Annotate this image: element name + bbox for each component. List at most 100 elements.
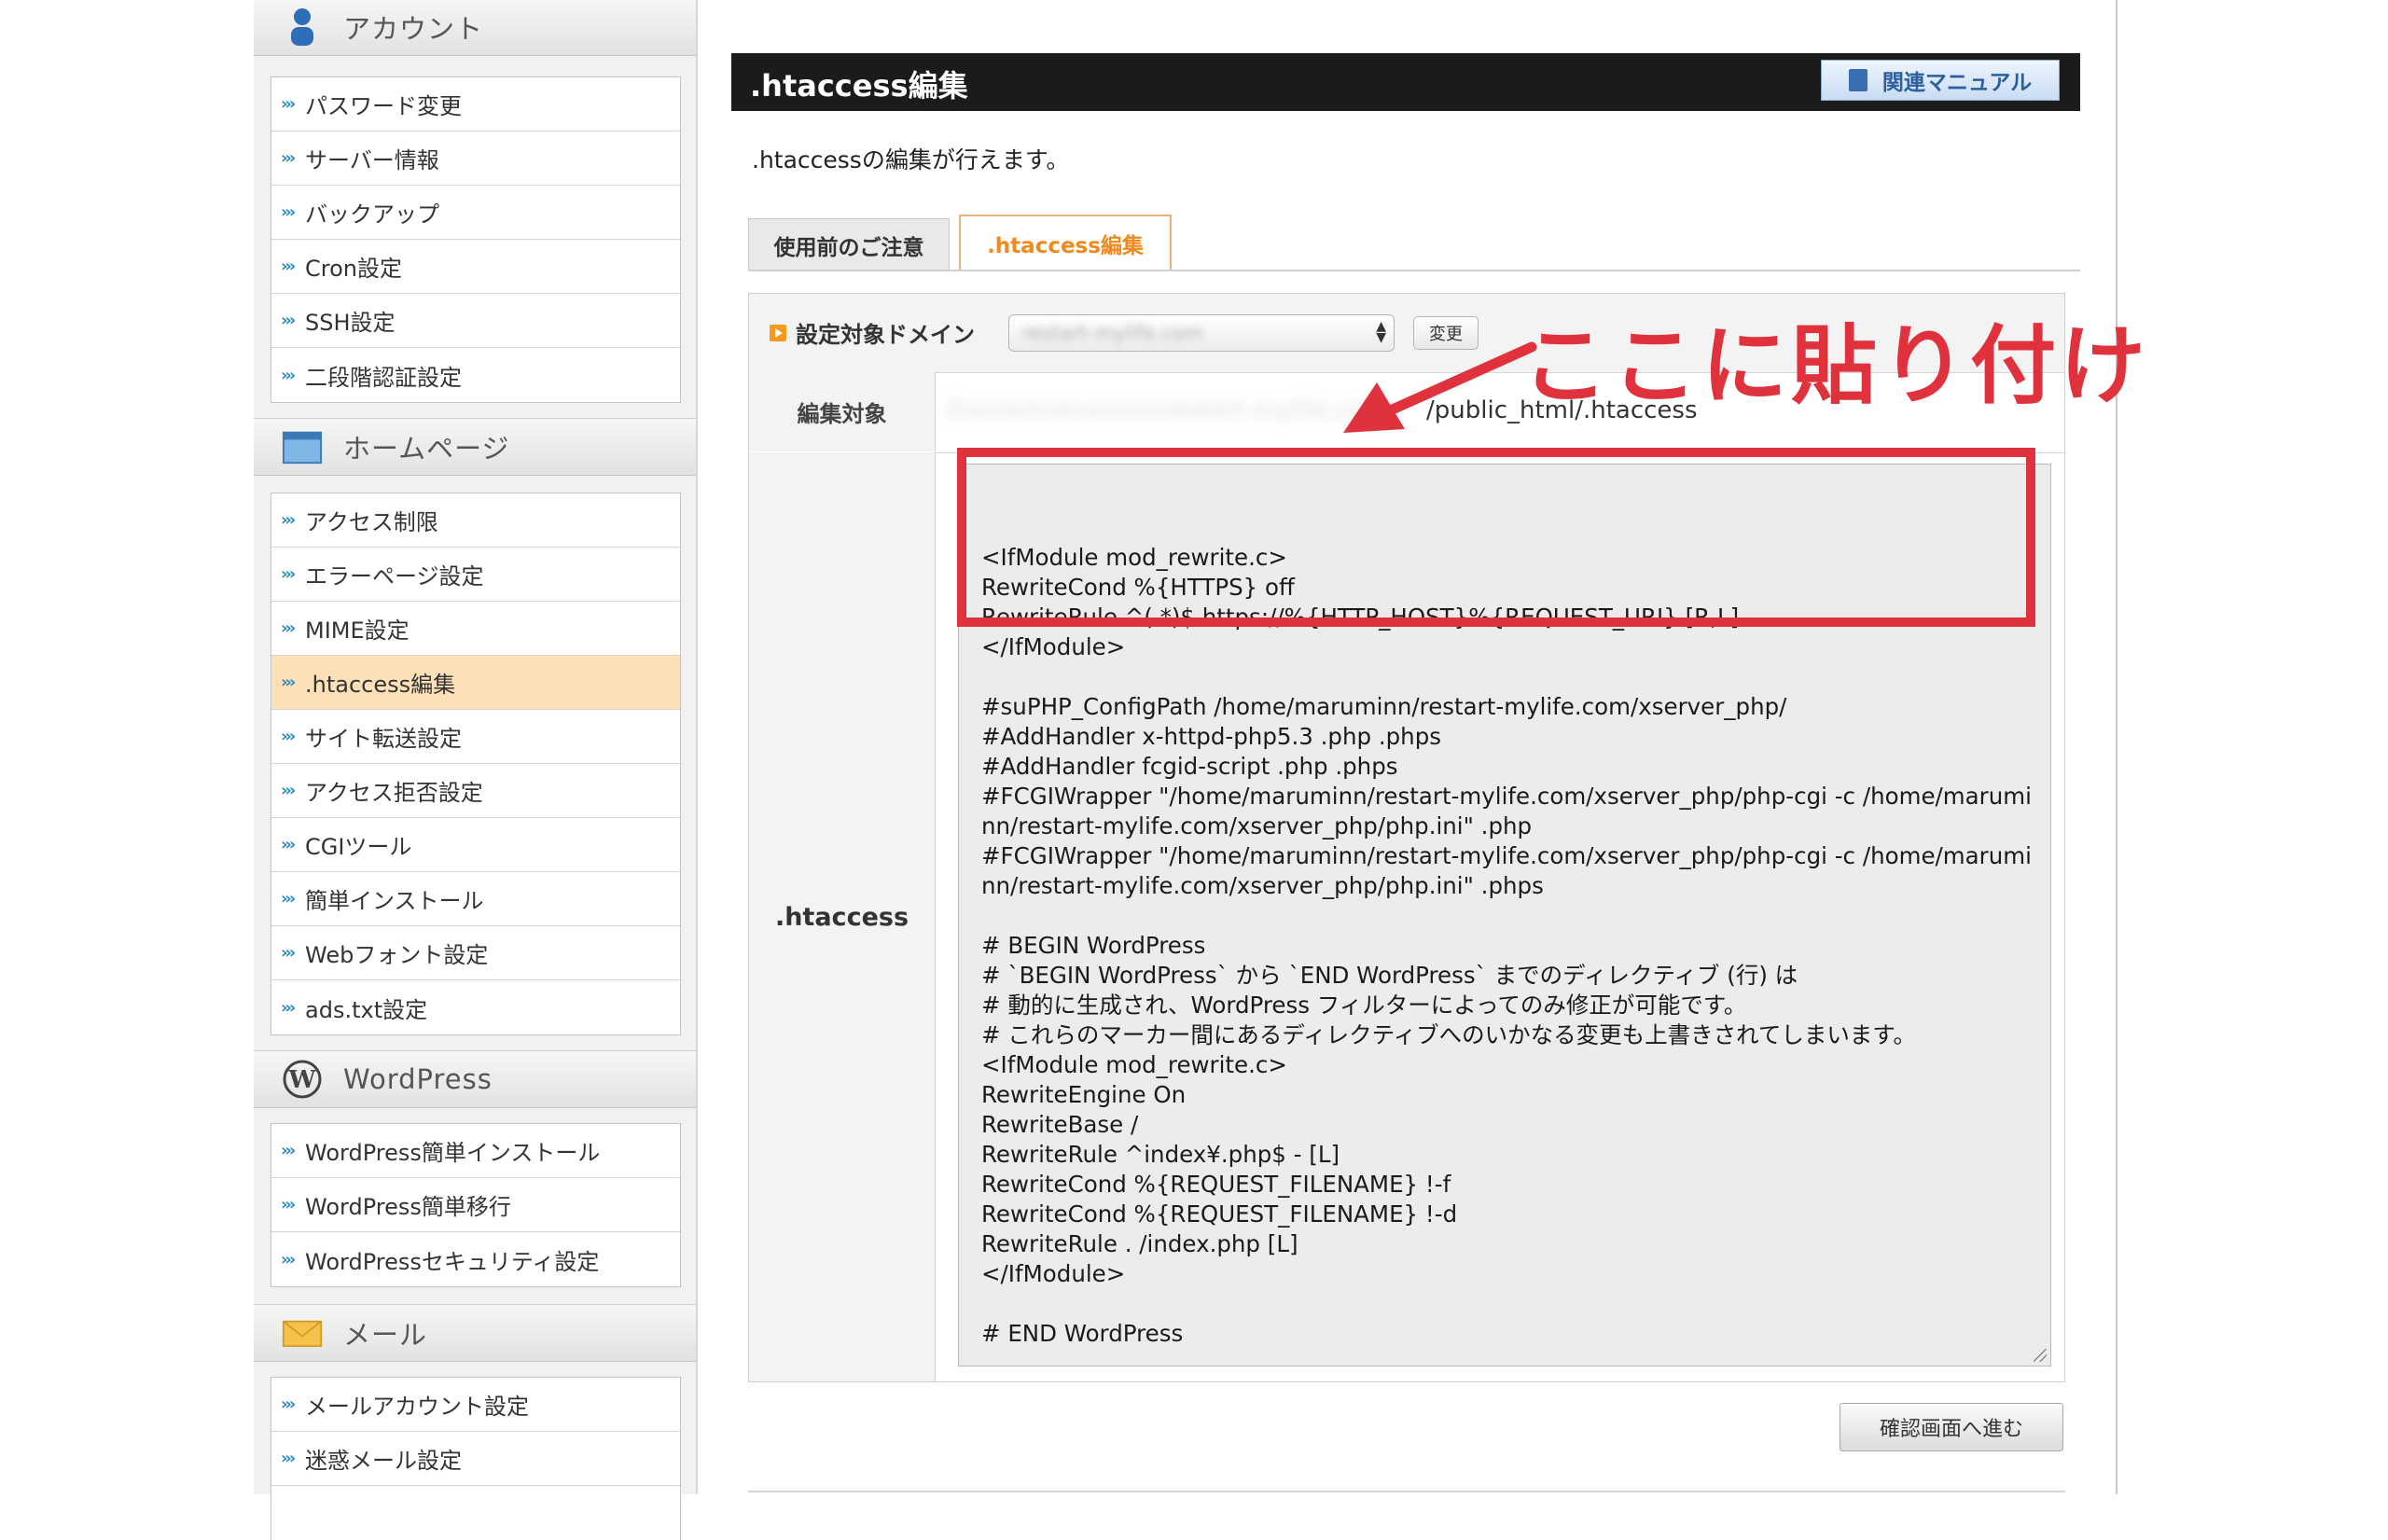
- edit-panel: 設定対象ドメイン restart-mylife.com ▲ ▼ 変更 編集対象 /…: [748, 293, 2065, 1382]
- wordpress-icon: W: [282, 1059, 323, 1100]
- book-icon: [1848, 69, 1867, 91]
- mail-menu: ››› メールアカウント設定 ››› 迷惑メール設定: [271, 1377, 681, 1540]
- chevron-right-icon: ›››: [281, 673, 296, 692]
- chevron-right-icon: ›››: [281, 257, 296, 276]
- confirm-button[interactable]: 確認画面へ進む: [1840, 1403, 2063, 1451]
- section-title-account: アカウント: [343, 13, 484, 45]
- chevron-right-icon: ›››: [281, 564, 296, 584]
- chevron-right-icon: ›››: [281, 1394, 296, 1414]
- menu-item-mail-account[interactable]: ››› メールアカウント設定: [271, 1378, 680, 1432]
- chevron-right-icon: ›››: [281, 148, 296, 168]
- htaccess-textarea[interactable]: <IfModule mod_rewrite.c> RewriteCond %{HT…: [958, 464, 2051, 1367]
- menu-item-error-page[interactable]: ››› エラーページ設定: [271, 548, 680, 602]
- chevron-right-icon: ›››: [281, 781, 296, 800]
- menu-item-backup[interactable]: ››› バックアップ: [271, 186, 680, 240]
- chevron-right-icon: ›››: [281, 618, 296, 638]
- svg-text:W: W: [287, 1066, 316, 1094]
- page-description: .htaccessの編集が行えます。: [752, 146, 1070, 173]
- chevron-right-icon: ›››: [281, 889, 296, 909]
- section-header-mail[interactable]: メール: [254, 1304, 696, 1362]
- code-line: RewriteRule ^(.*)$ https://%{HTTP_HOST}%…: [981, 604, 1740, 631]
- menu-item-mime[interactable]: ››› MIME設定: [271, 602, 680, 656]
- code-line: </IfModule>: [981, 1260, 1126, 1287]
- chevron-right-icon: ›››: [281, 835, 296, 854]
- chevron-right-icon: ›››: [281, 1449, 296, 1468]
- code-line: </IfModule>: [981, 633, 1126, 660]
- menu-item-password[interactable]: ››› パスワード変更: [271, 77, 680, 132]
- section-title-wordpress: WordPress: [343, 1063, 493, 1095]
- arrow-icon: [1343, 341, 1537, 433]
- chevron-right-icon: ›››: [281, 1141, 296, 1160]
- mail-icon: [282, 1312, 323, 1353]
- domain-label: 設定対象ドメイン: [770, 316, 975, 349]
- paste-here-callout: ここに貼り付け: [1522, 316, 2150, 416]
- code-line: nn/restart-mylife.com/xserver_php/php.in…: [981, 872, 1544, 899]
- menu-item-ssh[interactable]: ››› SSH設定: [271, 294, 680, 348]
- section-title-mail: メール: [343, 1319, 428, 1351]
- target-label: 編集対象: [749, 372, 936, 451]
- menu-item-2fa[interactable]: ››› 二段階認証設定: [271, 348, 680, 402]
- chevron-right-icon: ›››: [281, 997, 296, 1018]
- code-line: RewriteEngine On: [981, 1081, 1187, 1108]
- code-line: #AddHandler x-httpd-php5.3 .php .phps: [981, 723, 1442, 750]
- code-line: RewriteCond %{REQUEST_FILENAME} !-f: [981, 1171, 1451, 1198]
- menu-item-easy-install[interactable]: ››› 簡単インストール: [271, 872, 680, 926]
- page-title-bar: .htaccess編集 関連マニュアル: [731, 53, 2080, 111]
- menu-item-cron[interactable]: ››› Cron設定: [271, 240, 680, 294]
- menu-item-ads-txt[interactable]: ››› ads.txt設定: [271, 980, 680, 1034]
- menu-item-cgi-tools[interactable]: ››› CGIツール: [271, 818, 680, 872]
- page-title: .htaccess編集: [750, 68, 968, 104]
- code-line: RewriteRule ^index¥.php$ - [L]: [981, 1141, 1340, 1168]
- section-header-account[interactable]: アカウント: [254, 0, 696, 56]
- tab-htaccess-edit[interactable]: .htaccess編集: [959, 215, 1172, 271]
- menu-item-wp-easy-install[interactable]: ››› WordPress簡単インストール: [271, 1124, 680, 1178]
- sidebar: アカウント ››› パスワード変更 ››› サーバー情報 ››› バックアップ ›››…: [254, 0, 698, 1540]
- code-line: # BEGIN WordPress: [981, 932, 1206, 959]
- menu-item-web-font[interactable]: ››› Webフォント設定: [271, 926, 680, 980]
- chevron-right-icon: ›››: [281, 943, 296, 963]
- menu-item-server-info[interactable]: ››› サーバー情報: [271, 132, 680, 186]
- chevron-right-icon: ›››: [281, 727, 296, 746]
- htaccess-label: .htaccess: [749, 452, 936, 1381]
- chevron-right-icon: ›››: [281, 365, 296, 385]
- code-line: RewriteRule . /index.php [L]: [981, 1230, 1298, 1257]
- wordpress-menu: ››› WordPress簡単インストール ››› WordPress簡単移行 ››…: [271, 1123, 681, 1287]
- code-line: <IfModule mod_rewrite.c>: [981, 544, 1287, 571]
- chevron-right-icon: ›››: [281, 510, 296, 530]
- tab-precautions[interactable]: 使用前のご注意: [748, 218, 950, 271]
- play-icon: [770, 324, 786, 341]
- code-line: # END WordPress: [981, 1320, 1184, 1347]
- code-line: RewriteCond %{HTTPS} off: [981, 574, 1295, 601]
- menu-item-access-restriction[interactable]: ››› アクセス制限: [271, 493, 680, 548]
- resize-handle-icon[interactable]: [2034, 1349, 2047, 1362]
- section-header-homepage[interactable]: ホームページ: [254, 418, 696, 476]
- menu-item-wp-security[interactable]: ››› WordPressセキュリティ設定: [271, 1232, 680, 1286]
- code-line: RewriteBase /: [981, 1111, 1139, 1138]
- menu-item-wp-easy-migrate[interactable]: ››› WordPress簡単移行: [271, 1178, 680, 1232]
- chevron-right-icon: ›››: [281, 1249, 296, 1269]
- code-line: #FCGIWrapper "/home/maruminn/restart-myl…: [981, 783, 2032, 810]
- menu-item-access-deny[interactable]: ››› アクセス拒否設定: [271, 764, 680, 818]
- code-line: # これらのマーカー間にあるディレクティブへのいかなる変更も上書きされてしまいま…: [981, 1021, 1916, 1048]
- section-title-homepage: ホームページ: [343, 433, 510, 465]
- menu-item-htaccess[interactable]: ››› .htaccess編集: [271, 656, 680, 710]
- code-line: <IfModule mod_rewrite.c>: [981, 1051, 1287, 1078]
- chevron-right-icon: ›››: [281, 94, 296, 114]
- code-line: #FCGIWrapper "/home/maruminn/restart-myl…: [981, 842, 2032, 869]
- related-manual-button[interactable]: 関連マニュアル: [1821, 60, 2060, 101]
- homepage-menu: ››› アクセス制限 ››› エラーページ設定 ››› MIME設定 ››› .htac…: [271, 493, 681, 1035]
- code-line: RewriteCond %{REQUEST_FILENAME} !-d: [981, 1200, 1458, 1228]
- chevron-right-icon: ›››: [281, 311, 296, 330]
- menu-item-site-redirect[interactable]: ››› サイト転送設定: [271, 710, 680, 764]
- code-line: #AddHandler fcgid-script .php .phps: [981, 753, 1398, 780]
- code-line: #suPHP_ConfigPath /home/maruminn/restart…: [981, 693, 1787, 720]
- chevron-right-icon: ›››: [281, 1195, 296, 1214]
- code-line: # 動的に生成され、WordPress フィルターによってのみ修正が可能です。: [981, 992, 1747, 1019]
- menu-item-spam[interactable]: ››› 迷惑メール設定: [271, 1432, 680, 1486]
- tab-divider: [748, 270, 2080, 271]
- user-icon: [282, 7, 323, 48]
- section-header-wordpress[interactable]: W WordPress: [254, 1050, 696, 1108]
